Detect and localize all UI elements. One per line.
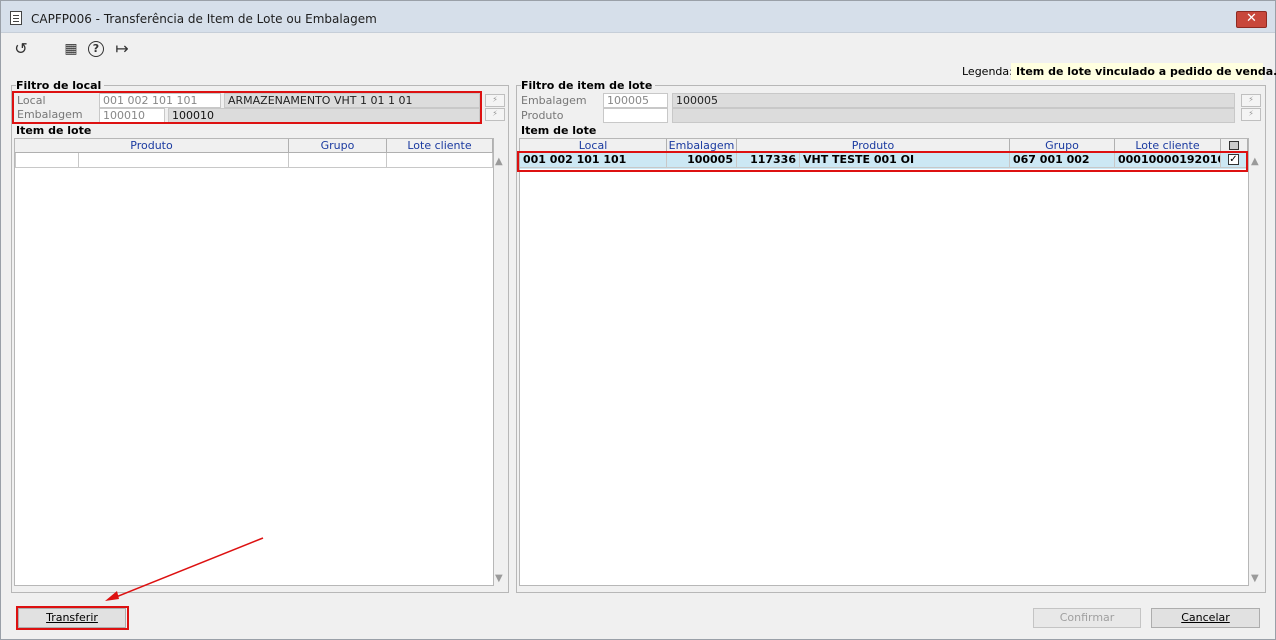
left-items-grid[interactable]: Produto Grupo Lote cliente [14, 138, 494, 586]
calendar-icon[interactable]: ▦ [62, 40, 80, 58]
close-button[interactable]: ✕ [1236, 11, 1267, 28]
right-prod-code-field[interactable] [603, 108, 668, 123]
right-filter-clear-button[interactable]: ⚡ [1241, 94, 1261, 107]
left-scroll-up-icon[interactable]: ▲ [495, 156, 503, 167]
right-filter-title: Filtro de item de lote [521, 79, 656, 92]
left-filter-search-button[interactable]: ⚡ [485, 108, 505, 121]
right-row-highlight [517, 151, 1248, 172]
left-filter-clear-button[interactable]: ⚡ [485, 94, 505, 107]
right-scroll-up-icon[interactable]: ▲ [1251, 156, 1259, 167]
left-empty-cell[interactable] [387, 153, 493, 168]
left-empty-cell[interactable] [15, 153, 79, 168]
right-filter-search-button[interactable]: ⚡ [1241, 108, 1261, 121]
left-filter-highlight [12, 91, 482, 124]
right-emb-label: Embalagem [521, 94, 587, 107]
document-icon [10, 11, 22, 25]
left-col-lote-cliente[interactable]: Lote cliente [387, 139, 493, 153]
confirmar-button[interactable]: Confirmar [1033, 608, 1141, 628]
legend-box: Item de lote vinculado a pedido de venda… [1011, 63, 1276, 80]
left-empty-cell[interactable] [289, 153, 387, 168]
right-prod-label: Produto [521, 109, 564, 122]
left-col-produto[interactable]: Produto [15, 139, 289, 153]
main-window: CAPFP006 - Transferência de Item de Lote… [0, 0, 1276, 640]
left-col-grupo[interactable]: Grupo [289, 139, 387, 153]
right-emb-desc-field: 100005 [672, 93, 1235, 108]
cancelar-button[interactable]: Cancelar [1151, 608, 1260, 628]
cancelar-label: Cancelar [1181, 611, 1230, 624]
legend-label: Legenda: [962, 65, 1013, 78]
help-icon[interactable]: ? [88, 41, 104, 57]
transferir-highlight [16, 606, 129, 630]
window-title: CAPFP006 - Transferência de Item de Lote… [31, 12, 377, 26]
title-bar: CAPFP006 - Transferência de Item de Lote… [1, 1, 1275, 33]
right-scroll-down-icon[interactable]: ▼ [1251, 573, 1259, 584]
refresh-icon[interactable]: ↺ [12, 40, 30, 58]
right-emb-code-field[interactable]: 100005 [603, 93, 668, 108]
select-all-checkbox-icon[interactable] [1229, 141, 1239, 150]
left-empty-cell[interactable] [79, 153, 289, 168]
exit-icon[interactable]: ↦ [113, 40, 131, 58]
left-scroll-down-icon[interactable]: ▼ [495, 573, 503, 584]
toolbar [1, 33, 1275, 63]
right-items-grid[interactable]: Local Embalagem Produto Grupo Lote clien… [519, 138, 1249, 586]
left-items-title: Item de lote [16, 124, 95, 137]
right-prod-desc-field [672, 108, 1235, 123]
right-items-title: Item de lote [521, 124, 600, 137]
